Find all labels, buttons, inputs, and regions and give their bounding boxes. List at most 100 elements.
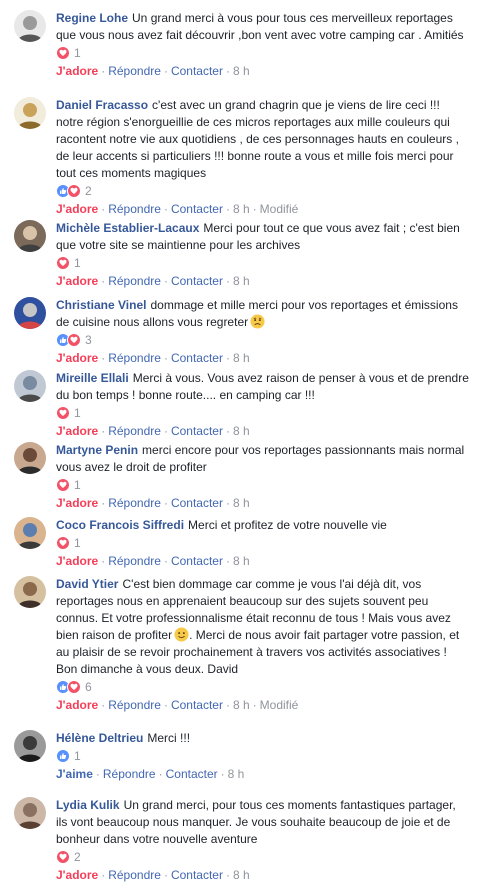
reaction-count: 3 [85, 333, 92, 347]
react-button[interactable]: J'aime [56, 767, 93, 781]
love-reaction-icon [67, 333, 81, 347]
comment: Christiane Vinel dommage et mille merci p… [0, 287, 478, 368]
comment: Regine Lohe Un grand merci à vous pour to… [0, 0, 478, 81]
reply-link[interactable]: Répondre [108, 64, 161, 78]
comment-actions: J'aime · Répondre · Contacter · 8 h [56, 764, 470, 784]
separator-dot: · [158, 767, 163, 781]
contact-link[interactable]: Contacter [171, 274, 223, 288]
love-reaction-icon [67, 184, 81, 198]
comment-text: Lydia Kulik Un grand merci, pour tous ces… [56, 787, 470, 848]
comment-author[interactable]: Michèle Establier-Lacaux [56, 221, 199, 235]
comment-author[interactable]: Regine Lohe [56, 11, 128, 25]
reaction-summary[interactable]: 1 [56, 535, 470, 551]
edited-label[interactable]: Modifié [260, 698, 299, 712]
smile-icon [174, 627, 189, 642]
avatar[interactable] [14, 442, 46, 474]
reaction-summary[interactable]: 1 [56, 405, 470, 421]
avatar[interactable] [14, 797, 46, 829]
comment: Mireille Ellali Merci à vous. Vous avez r… [0, 360, 478, 441]
react-button[interactable]: J'adore [56, 868, 98, 882]
reaction-summary[interactable]: 2 [56, 849, 470, 865]
avatar[interactable] [14, 517, 46, 549]
reaction-count: 1 [74, 46, 81, 60]
sad-face-icon [250, 314, 265, 329]
avatar[interactable] [14, 297, 46, 329]
comment-text: Martyne Penin merci encore pour vos repor… [56, 432, 470, 476]
react-button[interactable]: J'adore [56, 698, 98, 712]
separator-dot: · [95, 767, 100, 781]
comment-author[interactable]: David Ytier [56, 577, 118, 591]
comment-text: Christiane Vinel dommage et mille merci p… [56, 287, 470, 331]
separator-dot: · [163, 868, 168, 882]
comment: Coco Francois Siffredi Merci et profitez … [0, 507, 478, 571]
avatar[interactable] [14, 730, 46, 762]
reaction-summary[interactable]: 3 [56, 332, 470, 348]
reaction-summary[interactable]: 2 [56, 183, 470, 199]
comment-text: Mireille Ellali Merci à vous. Vous avez r… [56, 360, 470, 404]
reaction-count: 1 [74, 256, 81, 270]
separator-dot: · [252, 698, 257, 712]
comment-actions: J'adore · Répondre · Contacter · 8 h · Modifié [56, 695, 470, 715]
separator-dot: · [101, 274, 106, 288]
comment-text: Hélène Deltrieu Merci !!! [56, 720, 470, 747]
reaction-summary[interactable]: 1 [56, 477, 470, 493]
comment-text: Daniel Fracasso c'est avec un grand chagr… [56, 87, 470, 182]
reaction-summary[interactable]: 1 [56, 748, 470, 764]
separator-dot: · [225, 698, 230, 712]
comment-text: Regine Lohe Un grand merci à vous pour to… [56, 0, 470, 44]
comment: Daniel Fracasso c'est avec un grand chagr… [0, 87, 478, 219]
separator-dot: · [101, 698, 106, 712]
reaction-summary[interactable]: 1 [56, 45, 470, 61]
avatar[interactable] [14, 576, 46, 608]
avatar[interactable] [14, 10, 46, 42]
avatar[interactable] [14, 97, 46, 129]
comment-author[interactable]: Hélène Deltrieu [56, 731, 143, 745]
reaction-summary[interactable]: 1 [56, 255, 470, 271]
comment-body: Merci !!! [147, 731, 191, 745]
separator-dot: · [220, 767, 225, 781]
react-button[interactable]: J'adore [56, 64, 98, 78]
love-reaction-icon [56, 536, 70, 550]
avatar[interactable] [14, 220, 46, 252]
like-reaction-icon [56, 749, 70, 763]
timestamp[interactable]: 8 h [233, 868, 250, 882]
love-reaction-icon [56, 46, 70, 60]
separator-dot: · [101, 64, 106, 78]
reaction-count: 2 [85, 184, 92, 198]
comment-signoff: Bon dimanche à vous deux. David [56, 662, 239, 676]
comment-author[interactable]: Mireille Ellali [56, 371, 129, 385]
reply-link[interactable]: Répondre [108, 274, 161, 288]
contact-link[interactable]: Contacter [166, 767, 218, 781]
love-reaction-icon [56, 478, 70, 492]
timestamp[interactable]: 8 h [233, 274, 250, 288]
comment-author[interactable]: Christiane Vinel [56, 298, 146, 312]
comment-author[interactable]: Martyne Penin [56, 443, 138, 457]
reaction-count: 2 [74, 850, 81, 864]
reaction-count: 1 [74, 749, 81, 763]
reaction-count: 1 [74, 406, 81, 420]
react-button[interactable]: J'adore [56, 274, 98, 288]
love-reaction-icon [56, 406, 70, 420]
contact-link[interactable]: Contacter [171, 64, 223, 78]
reply-link[interactable]: Répondre [103, 767, 156, 781]
comment-author[interactable]: Coco Francois Siffredi [56, 518, 184, 532]
reply-link[interactable]: Répondre [108, 868, 161, 882]
comment-author[interactable]: Daniel Fracasso [56, 98, 148, 112]
comment-author[interactable]: Lydia Kulik [56, 798, 120, 812]
contact-link[interactable]: Contacter [171, 698, 223, 712]
timestamp[interactable]: 8 h [233, 64, 250, 78]
avatar[interactable] [14, 370, 46, 402]
separator-dot: · [163, 64, 168, 78]
contact-link[interactable]: Contacter [171, 868, 223, 882]
reply-link[interactable]: Répondre [108, 698, 161, 712]
reaction-summary[interactable]: 6 [56, 679, 470, 695]
comment-text: David Ytier C'est bien dommage car comme … [56, 566, 470, 678]
comment-actions: J'adore · Répondre · Contacter · 8 h [56, 61, 470, 81]
love-reaction-icon [56, 850, 70, 864]
timestamp[interactable]: 8 h [233, 698, 250, 712]
love-reaction-icon [56, 256, 70, 270]
comment-body: Merci et profitez de votre nouvelle vie [188, 518, 387, 532]
comment-text: Michèle Establier-Lacaux Merci pour tout … [56, 210, 470, 254]
timestamp[interactable]: 8 h [228, 767, 245, 781]
comment: Lydia Kulik Un grand merci, pour tous ces… [0, 787, 478, 885]
